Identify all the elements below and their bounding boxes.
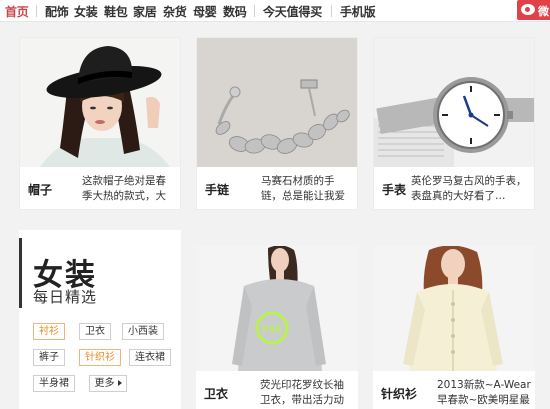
grey-sweatshirt-photo[interactable]: P&B [196,246,358,371]
product-caption: 手链 马赛石材质的手链，总是能让我爱不释手 特… [197,167,357,209]
product-category[interactable]: 手表 [382,181,406,198]
nav-shoes-bags[interactable]: 鞋包 [104,3,128,20]
product-category[interactable]: 帽子 [28,181,52,198]
tag-knitwear[interactable]: 针织衫 [79,349,121,366]
product-description[interactable]: 英伦罗马复古风的手表，表盘真的大好看了… [411,174,533,204]
tag-trousers[interactable]: 裤子 [33,349,65,366]
nav-mobile[interactable]: 手机版 [340,3,376,20]
chevron-right-icon [117,380,122,386]
nav-accessories[interactable]: 配饰 [45,3,69,20]
bracelet-photo[interactable] [197,38,357,167]
weibo-share-button[interactable]: 微 [517,0,550,20]
weibo-icon [521,4,535,15]
product-caption: 针织衫 2013新款~A-Wear早春款~欧美明星最爱，街… [373,371,535,409]
more-tags-button[interactable]: 更多 [89,375,127,392]
nav-separator [36,5,37,17]
nav-daily-deals[interactable]: 今天值得买 [263,3,322,20]
nav-digital[interactable]: 数码 [223,3,247,20]
womenswear-section: 女装 每日精选 衬衫 卫衣 小西装 裤子 针织衫 连衣裙 半身裙 更多 [19,230,181,409]
tag-shirt[interactable]: 衬衫 [33,323,65,340]
cream-cardigan-photo[interactable] [373,246,535,371]
product-card[interactable]: 手表 英伦罗马复古风的手表，表盘真的大好看了… [373,37,535,210]
product-card[interactable]: P&B 卫衣 荧光印花罗纹长袖卫衣，带出活力动感的青… [196,246,358,409]
section-divider [0,213,550,227]
product-description[interactable]: 这款帽子绝对是春季大热的款式，大小非常… [82,174,176,204]
top-nav: 首页 配饰 女装 鞋包 家居 杂货 母婴 数码 今天值得买 手机版 微 [0,0,550,22]
section-subtitle: 每日精选 [33,288,98,306]
nav-home-living[interactable]: 家居 [133,3,157,20]
tag-dress[interactable]: 连衣裙 [129,349,171,366]
tag-hoodie[interactable]: 卫衣 [79,323,111,340]
wristwatch-photo[interactable] [374,38,534,167]
product-card[interactable]: 针织衫 2013新款~A-Wear早春款~欧美明星最爱，街… [373,246,535,409]
svg-text:P&B: P&B [262,324,282,334]
nav-womenswear[interactable]: 女装 [74,3,98,20]
product-description[interactable]: 2013新款~A-Wear早春款~欧美明星最爱，街… [437,378,531,408]
nav-sundries[interactable]: 杂货 [163,3,187,20]
product-caption: 卫衣 荧光印花罗纹长袖卫衣，带出活力动感的青… [196,371,358,409]
tag-blazer[interactable]: 小西装 [122,323,164,340]
product-caption: 手表 英伦罗马复古风的手表，表盘真的大好看了… [374,167,534,209]
product-category[interactable]: 卫衣 [204,385,228,402]
nav-separator [254,5,255,17]
product-category[interactable]: 针织衫 [381,385,417,402]
section-accent-bar [19,238,22,308]
nav-home[interactable]: 首页 [5,3,29,20]
product-card[interactable]: 帽子 这款帽子绝对是春季大热的款式，大小非常… [19,37,181,210]
product-caption: 帽子 这款帽子绝对是春季大热的款式，大小非常… [20,167,180,209]
nav-separator [331,5,332,17]
black-hat-photo[interactable] [20,38,180,167]
product-description[interactable]: 荧光印花罗纹长袖卫衣，带出活力动感的青… [260,378,354,408]
product-category[interactable]: 手链 [205,181,229,198]
product-card[interactable]: 手链 马赛石材质的手链，总是能让我爱不释手 特… [196,37,358,210]
nav-mother-baby[interactable]: 母婴 [193,3,217,20]
product-description[interactable]: 马赛石材质的手链，总是能让我爱不释手 特… [261,174,355,204]
tag-skirt[interactable]: 半身裙 [33,375,75,392]
